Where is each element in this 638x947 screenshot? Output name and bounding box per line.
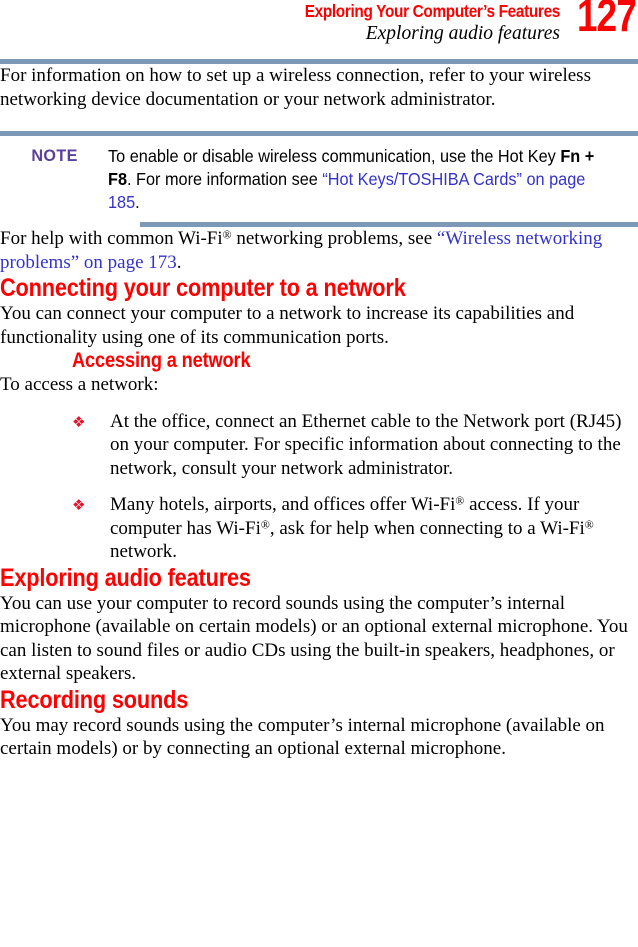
note-text-part2: . For more information see <box>127 169 323 189</box>
wifi-help-middle: networking problems, see <box>231 228 437 249</box>
note-text: To enable or disable wireless communicat… <box>108 145 601 214</box>
note-text-part3: . <box>135 192 140 212</box>
bullet-text-wifi: Many hotels, airports, and offices offer… <box>110 493 638 564</box>
bullet-text-ethernet: At the office, connect an Ethernet cable… <box>110 410 622 479</box>
bullet-wifi-p4: Wi-Fi <box>540 517 585 539</box>
accessing-network-intro: To access a network: <box>0 374 159 395</box>
wifi-help-paragraph: For help with common Wi-Fi® networking p… <box>0 227 638 274</box>
registered-mark-icon: ® <box>455 494 465 508</box>
bullet-wifi-p3: , ask for help when connecting to a <box>269 517 541 539</box>
network-access-bullet-list: ❖ At the office, connect an Ethernet cab… <box>0 410 638 564</box>
page-content: For information on how to set up a wirel… <box>0 64 638 761</box>
header-chapter-title: Exploring Your Computer’s Features <box>304 1 561 21</box>
audio-paragraph: You can use your computer to record soun… <box>0 592 628 685</box>
list-item: ❖ At the office, connect an Ethernet cab… <box>72 410 638 481</box>
heading-recording-sounds: Recording sounds <box>0 685 189 714</box>
bullet-wifi-p1: Many hotels, airports, and offices offer… <box>110 494 456 515</box>
wifi-help-lead: For help with common Wi-Fi <box>0 228 223 249</box>
registered-mark-icon: ® <box>260 518 270 532</box>
header-section-title: Exploring audio features <box>365 23 560 44</box>
note-label: NOTE <box>31 146 78 165</box>
registered-mark-icon: ® <box>222 228 232 242</box>
header-titles: Exploring Your Computer’s Features Explo… <box>40 0 561 46</box>
note-body: NOTE To enable or disable wireless commu… <box>0 136 638 214</box>
page-header: Exploring Your Computer’s Features Explo… <box>0 0 638 56</box>
note-text-part1: To enable or disable wireless communicat… <box>108 146 561 166</box>
heading-connecting-your-computer-to-a-network: Connecting your computer to a network <box>0 274 406 302</box>
diamond-bullet-icon: ❖ <box>72 496 86 514</box>
note-block: NOTE To enable or disable wireless commu… <box>0 131 638 227</box>
connecting-paragraph: You can connect your computer to a netwo… <box>0 303 575 348</box>
heading-accessing-a-network: Accessing a network <box>72 349 251 372</box>
document-page: Exploring Your Computer’s Features Explo… <box>0 0 638 947</box>
wifi-help-tail: . <box>176 251 182 273</box>
note-bottom-rule-wrapper <box>0 214 638 227</box>
recording-sounds-paragraph: You may record sounds using the computer… <box>0 714 605 760</box>
bullet-wifi-p5: network. <box>110 541 178 562</box>
intro-paragraph: For information on how to set up a wirel… <box>0 65 591 110</box>
heading-exploring-audio-features: Exploring audio features <box>0 563 251 592</box>
diamond-bullet-icon: ❖ <box>72 412 86 431</box>
registered-mark-icon: ® <box>584 518 594 532</box>
page-number: 127 <box>576 0 637 41</box>
list-item: ❖ Many hotels, airports, and offices off… <box>72 493 638 564</box>
